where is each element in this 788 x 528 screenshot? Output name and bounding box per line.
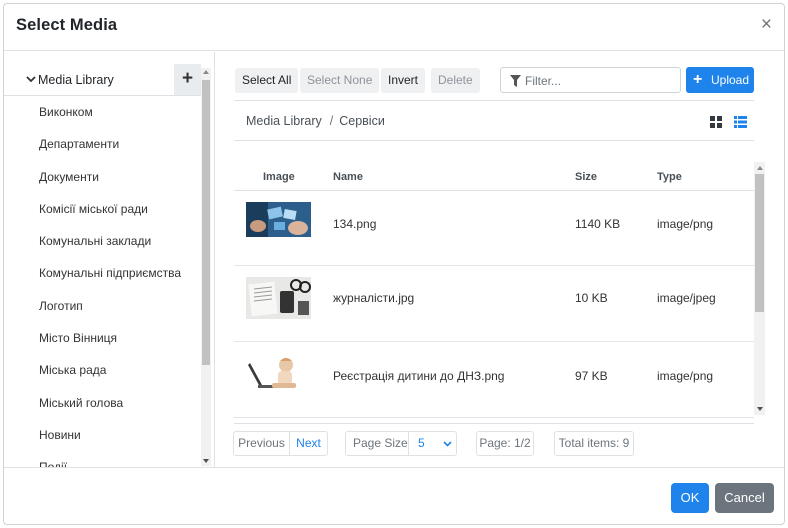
filter-input[interactable]	[525, 72, 675, 89]
dialog-title: Select Media	[16, 16, 118, 34]
grid-view-icon[interactable]	[710, 116, 722, 128]
file-size: 1140 KB	[575, 217, 621, 231]
tree-item-miska-rada[interactable]: Міська рада	[4, 354, 203, 386]
chevron-down-icon[interactable]	[25, 73, 37, 85]
tree-item-vykonkom[interactable]: Виконком	[4, 96, 203, 128]
scroll-up-arrow-icon[interactable]	[757, 166, 763, 170]
plus-icon: +	[693, 71, 703, 88]
file-name: 134.png	[333, 217, 377, 231]
column-header-size[interactable]: Size	[575, 171, 597, 183]
tree-item-komunalni-zaklady[interactable]: Комунальні заклади	[4, 225, 203, 257]
file-size: 10 KB	[575, 291, 608, 305]
list-view-icon[interactable]	[734, 116, 747, 128]
divider	[234, 423, 754, 424]
tree-item-podii[interactable]: Події	[4, 451, 203, 467]
divider	[234, 140, 754, 141]
add-folder-button[interactable]: +	[174, 64, 201, 95]
table-row[interactable]: 134.png 1140 KB image/png	[234, 191, 754, 266]
sidebar-scrollbar-thumb[interactable]	[202, 80, 210, 365]
table-row[interactable]: Реєстрація дитини до ДНЗ.png 97 KB image…	[234, 343, 754, 418]
breadcrumb-current: Сервіси	[339, 114, 385, 128]
dialog-footer: OK Cancel	[4, 467, 784, 524]
tree-item-novyny[interactable]: Новини	[4, 419, 203, 451]
filter-field[interactable]	[500, 67, 681, 93]
column-header-image[interactable]: Image	[263, 171, 295, 183]
page-indicator: Page: 1/2	[476, 431, 534, 456]
total-items: Total items: 9	[554, 431, 634, 456]
ok-button[interactable]: OK	[671, 483, 709, 513]
tree-item-lohotyp[interactable]: Логотип	[4, 290, 203, 322]
previous-page-button[interactable]: Previous	[233, 431, 290, 456]
cancel-button[interactable]: Cancel	[715, 483, 774, 513]
tree-item-dokumenty[interactable]: Документи	[4, 161, 203, 193]
tree-items: Виконком Департаменти Документи Комісії …	[4, 96, 203, 467]
dialog-header: Select Media ×	[4, 4, 784, 51]
divider	[234, 100, 754, 101]
divider	[408, 432, 409, 455]
invert-button[interactable]: Invert	[381, 68, 426, 93]
delete-button[interactable]: Delete	[431, 68, 480, 93]
folder-tree: Media Library + Виконком Департаменти До…	[4, 52, 215, 467]
tree-item-komunalni-pidpryiemstva[interactable]: Комунальні підприємства	[4, 257, 203, 289]
tree-root-label: Media Library	[38, 73, 114, 87]
select-all-button[interactable]: Select All	[235, 68, 299, 93]
file-type: image/png	[657, 369, 714, 383]
column-header-name[interactable]: Name	[333, 171, 363, 183]
breadcrumb: Media Library / Сервіси	[246, 114, 385, 128]
tree-item-departamenty[interactable]: Департаменти	[4, 128, 203, 160]
column-header-type[interactable]: Type	[657, 171, 682, 183]
tree-item-misto-vinnytsia[interactable]: Місто Вінниця	[4, 322, 203, 354]
next-page-button[interactable]: Next	[289, 431, 328, 456]
file-size: 97 KB	[575, 369, 608, 383]
page-size-value[interactable]: 5	[418, 432, 425, 455]
media-thumbnail	[246, 202, 311, 237]
page-size-select[interactable]: Page Size 5	[345, 431, 457, 456]
upload-button[interactable]: + Upload	[686, 67, 754, 93]
tree-item-miskyi-holova[interactable]: Міський голова	[4, 387, 203, 419]
scroll-down-arrow-icon[interactable]	[203, 459, 209, 463]
tree-item-komisii[interactable]: Комісії міської ради	[4, 193, 203, 225]
filter-icon	[510, 75, 521, 87]
tree-root-media-library[interactable]: Media Library +	[4, 64, 203, 96]
media-thumbnail	[246, 355, 311, 391]
scroll-down-arrow-icon[interactable]	[757, 407, 763, 411]
close-icon[interactable]: ×	[761, 15, 772, 34]
page-size-label: Page Size	[353, 436, 408, 450]
select-media-dialog: Select Media × Media Library + Виконком …	[3, 3, 785, 525]
table-scrollbar-thumb[interactable]	[755, 174, 764, 312]
file-type: image/png	[657, 217, 714, 231]
media-thumbnail	[246, 277, 311, 319]
select-none-button[interactable]: Select None	[300, 68, 380, 93]
file-name: Реєстрація дитини до ДНЗ.png	[333, 369, 505, 383]
table-row[interactable]: журналісти.jpg 10 KB image/jpeg	[234, 267, 754, 342]
file-type: image/jpeg	[657, 291, 716, 305]
breadcrumb-root[interactable]: Media Library	[246, 114, 322, 128]
file-name: журналісти.jpg	[333, 291, 415, 305]
breadcrumb-separator: /	[329, 114, 334, 128]
scroll-up-arrow-icon[interactable]	[203, 70, 209, 74]
chevron-down-icon[interactable]	[443, 441, 452, 447]
upload-label: Upload	[711, 73, 750, 87]
